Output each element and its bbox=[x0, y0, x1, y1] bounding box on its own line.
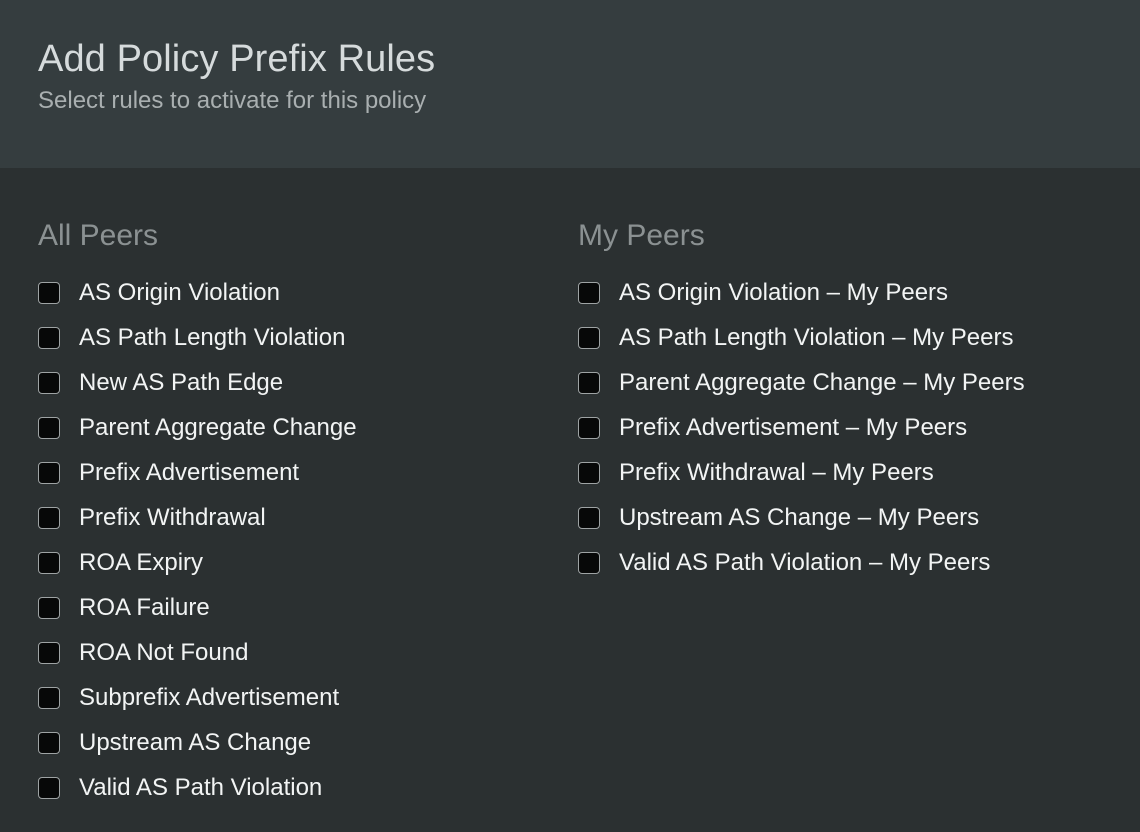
rule-item-label: Valid AS Path Violation bbox=[79, 773, 323, 801]
rule-item-all-peers-1[interactable]: AS Path Length Violation bbox=[38, 315, 558, 360]
checkbox-unchecked-icon[interactable] bbox=[578, 506, 600, 529]
rule-item-label: ROA Not Found bbox=[79, 638, 249, 666]
rule-item-all-peers-2[interactable]: New AS Path Edge bbox=[38, 360, 558, 405]
rule-item-all-peers-7[interactable]: ROA Failure bbox=[38, 585, 558, 630]
rule-item-my-peers-3[interactable]: Prefix Advertisement – My Peers bbox=[578, 405, 1118, 450]
rule-item-label: Upstream AS Change bbox=[79, 728, 312, 756]
rule-item-my-peers-2[interactable]: Parent Aggregate Change – My Peers bbox=[578, 360, 1118, 405]
rule-item-my-peers-0[interactable]: AS Origin Violation – My Peers bbox=[578, 270, 1118, 315]
rule-item-my-peers-1[interactable]: AS Path Length Violation – My Peers bbox=[578, 315, 1118, 360]
rule-item-label: AS Path Length Violation – My Peers bbox=[619, 323, 1014, 351]
rule-item-label: Prefix Withdrawal bbox=[79, 503, 266, 531]
rule-item-label: Valid AS Path Violation – My Peers bbox=[619, 548, 991, 576]
rule-item-all-peers-8[interactable]: ROA Not Found bbox=[38, 630, 558, 675]
rule-item-my-peers-5[interactable]: Upstream AS Change – My Peers bbox=[578, 495, 1118, 540]
rule-item-label: Prefix Advertisement – My Peers bbox=[619, 413, 968, 441]
column-my-peers: My Peers AS Origin Violation – My Peers A… bbox=[578, 168, 1118, 585]
rule-item-all-peers-6[interactable]: ROA Expiry bbox=[38, 540, 558, 585]
checkbox-unchecked-icon[interactable] bbox=[38, 776, 60, 799]
checkbox-unchecked-icon[interactable] bbox=[38, 326, 60, 349]
rule-item-all-peers-0[interactable]: AS Origin Violation bbox=[38, 270, 558, 315]
rule-item-label: Prefix Withdrawal – My Peers bbox=[619, 458, 934, 486]
rule-item-all-peers-3[interactable]: Parent Aggregate Change bbox=[38, 405, 558, 450]
checkbox-unchecked-icon[interactable] bbox=[578, 551, 600, 574]
page-header: Add Policy Prefix Rules Select rules to … bbox=[0, 0, 1140, 168]
page-title: Add Policy Prefix Rules bbox=[38, 38, 436, 80]
rule-item-label: Upstream AS Change – My Peers bbox=[619, 503, 980, 531]
rules-content: All Peers AS Origin Violation AS Path Len… bbox=[0, 168, 1140, 832]
rule-item-all-peers-10[interactable]: Upstream AS Change bbox=[38, 720, 558, 765]
rule-item-all-peers-4[interactable]: Prefix Advertisement bbox=[38, 450, 558, 495]
page-subtitle: Select rules to activate for this policy bbox=[38, 87, 427, 114]
checkbox-unchecked-icon[interactable] bbox=[38, 461, 60, 484]
rule-item-label: ROA Expiry bbox=[79, 548, 204, 576]
rule-item-all-peers-9[interactable]: Subprefix Advertisement bbox=[38, 675, 558, 720]
rule-item-label: New AS Path Edge bbox=[79, 368, 284, 396]
checkbox-unchecked-icon[interactable] bbox=[578, 326, 600, 349]
rule-item-label: AS Origin Violation bbox=[79, 278, 280, 306]
rule-item-label: Parent Aggregate Change bbox=[79, 413, 357, 441]
column-heading-my-peers: My Peers bbox=[578, 219, 705, 252]
rule-item-all-peers-11[interactable]: Valid AS Path Violation bbox=[38, 765, 558, 810]
rule-item-label: AS Path Length Violation bbox=[79, 323, 346, 351]
checkbox-unchecked-icon[interactable] bbox=[38, 551, 60, 574]
rule-item-all-peers-5[interactable]: Prefix Withdrawal bbox=[38, 495, 558, 540]
rule-item-label: ROA Failure bbox=[79, 593, 210, 621]
checkbox-unchecked-icon[interactable] bbox=[578, 281, 600, 304]
checkbox-unchecked-icon[interactable] bbox=[578, 416, 600, 439]
checkbox-unchecked-icon[interactable] bbox=[38, 641, 60, 664]
checkbox-unchecked-icon[interactable] bbox=[578, 371, 600, 394]
rule-item-my-peers-6[interactable]: Valid AS Path Violation – My Peers bbox=[578, 540, 1118, 585]
checkbox-unchecked-icon[interactable] bbox=[38, 731, 60, 754]
rule-list-all-peers: AS Origin Violation AS Path Length Violat… bbox=[38, 270, 558, 810]
checkbox-unchecked-icon[interactable] bbox=[38, 281, 60, 304]
rule-item-label: Subprefix Advertisement bbox=[79, 683, 340, 711]
rule-item-label: Prefix Advertisement bbox=[79, 458, 300, 486]
checkbox-unchecked-icon[interactable] bbox=[38, 596, 60, 619]
checkbox-unchecked-icon[interactable] bbox=[38, 416, 60, 439]
rule-item-label: AS Origin Violation – My Peers bbox=[619, 278, 949, 306]
column-heading-all-peers: All Peers bbox=[38, 219, 159, 252]
checkbox-unchecked-icon[interactable] bbox=[38, 506, 60, 529]
checkbox-unchecked-icon[interactable] bbox=[38, 371, 60, 394]
rule-item-my-peers-4[interactable]: Prefix Withdrawal – My Peers bbox=[578, 450, 1118, 495]
column-all-peers: All Peers AS Origin Violation AS Path Len… bbox=[38, 168, 558, 810]
checkbox-unchecked-icon[interactable] bbox=[578, 461, 600, 484]
checkbox-unchecked-icon[interactable] bbox=[38, 686, 60, 709]
rule-list-my-peers: AS Origin Violation – My Peers AS Path Le… bbox=[578, 270, 1118, 585]
rule-item-label: Parent Aggregate Change – My Peers bbox=[619, 368, 1025, 396]
